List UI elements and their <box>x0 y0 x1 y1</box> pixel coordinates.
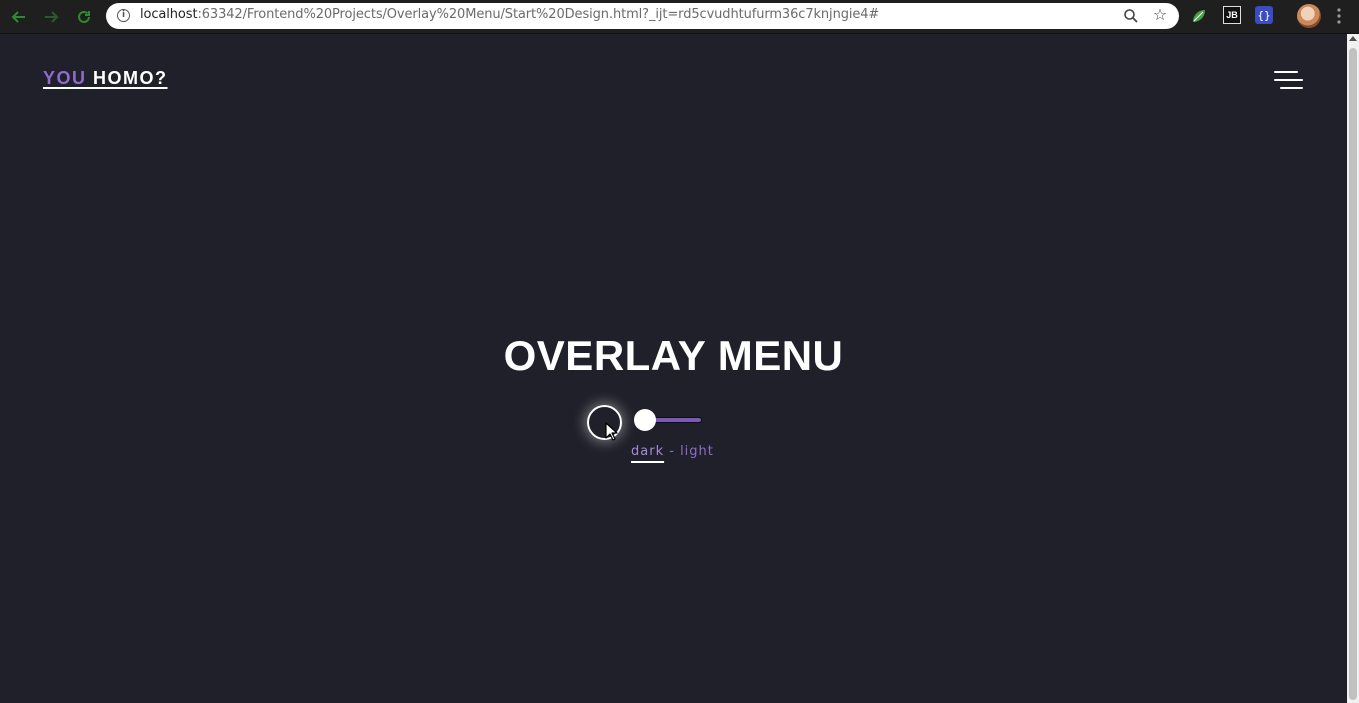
hamburger-line <box>1280 87 1303 89</box>
url-host: localhost <box>140 7 198 22</box>
reload-button[interactable] <box>73 6 95 28</box>
bookmark-star-icon[interactable]: ☆ <box>1151 6 1169 24</box>
scroll-thumb[interactable] <box>1349 48 1357 700</box>
theme-separator: - <box>664 444 681 459</box>
theme-labels: dark - light <box>631 444 714 459</box>
theme-toggle[interactable] <box>634 409 702 431</box>
browser-toolbar: i localhost:63342/Frontend%20Projects/Ov… <box>0 0 1359 34</box>
page-title: OVERLAY MENU <box>503 332 844 379</box>
theme-light-label[interactable]: light <box>680 444 714 459</box>
arrow-right-icon <box>45 11 59 23</box>
theme-dark-label[interactable]: dark <box>631 444 664 459</box>
browser-menu-icon[interactable] <box>1336 7 1342 27</box>
back-button[interactable] <box>8 6 30 28</box>
info-icon[interactable]: i <box>117 9 130 22</box>
zoom-icon[interactable] <box>1123 8 1139 24</box>
hamburger-line <box>1274 79 1303 81</box>
url-path: :63342/Frontend%20Projects/Overlay%20Men… <box>197 7 880 22</box>
extension-braces-icon[interactable]: {} <box>1255 6 1273 24</box>
leaf-icon <box>1193 10 1205 22</box>
logo-rest: HOMO? <box>86 68 168 88</box>
arrow-left-icon <box>11 11 25 23</box>
reload-icon <box>78 10 90 23</box>
mouse-pointer-icon <box>605 422 618 441</box>
extension-leaf-icon[interactable] <box>1189 6 1209 26</box>
scroll-up-arrow-icon[interactable] <box>1349 36 1357 41</box>
site-logo[interactable]: YOU HOMO? <box>43 68 168 89</box>
url-text[interactable]: localhost:63342/Frontend%20Projects/Over… <box>140 7 879 22</box>
vertical-dots-icon <box>1337 8 1341 24</box>
toggle-knob[interactable] <box>634 409 656 431</box>
hamburger-line <box>1274 71 1298 73</box>
extension-jb-icon[interactable]: JB <box>1223 6 1241 24</box>
address-bar[interactable]: i localhost:63342/Frontend%20Projects/Ov… <box>106 3 1179 29</box>
vertical-scrollbar[interactable] <box>1347 34 1359 703</box>
forward-button[interactable] <box>40 6 62 28</box>
profile-avatar[interactable] <box>1297 4 1321 28</box>
logo-you: YOU <box>43 68 87 88</box>
hamburger-menu-icon[interactable] <box>1273 71 1303 91</box>
page-viewport: YOU HOMO? OVERLAY MENU dark - light <box>0 34 1347 703</box>
